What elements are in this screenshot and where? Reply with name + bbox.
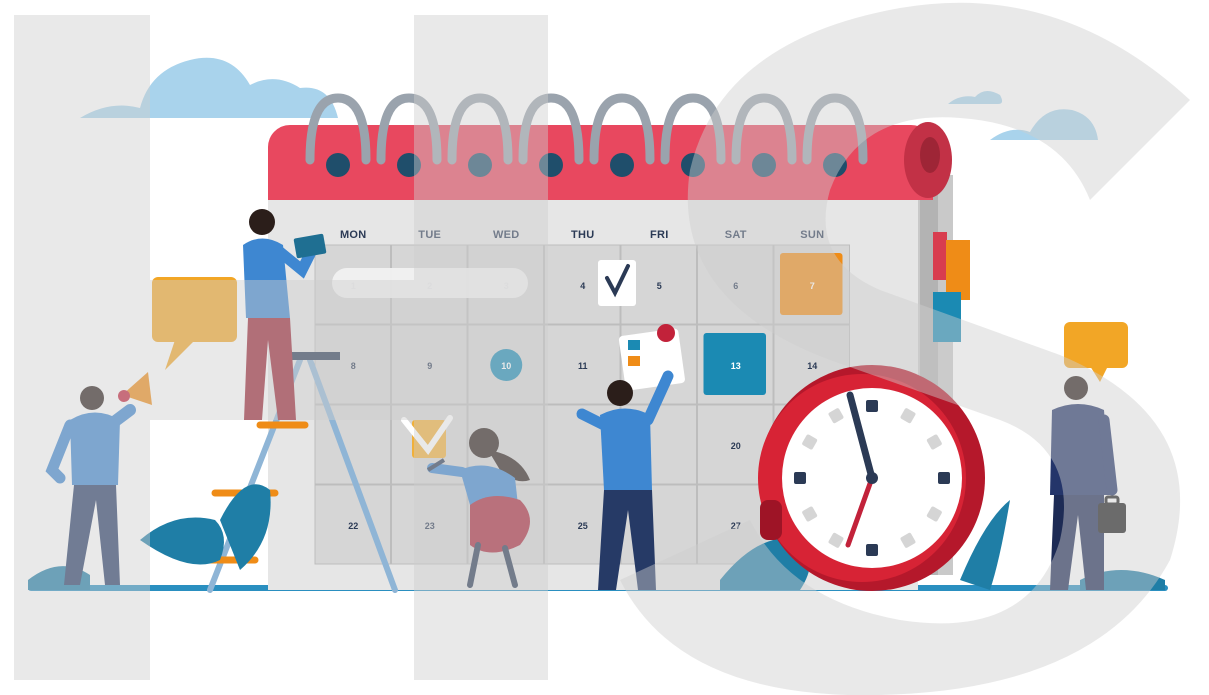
- day-number: 22: [348, 521, 358, 531]
- clock-tick: [938, 472, 950, 484]
- calendar-tab-red: [933, 232, 947, 280]
- day-header-fri: FRI: [650, 229, 669, 241]
- day-number: 14: [807, 361, 817, 371]
- day-number: 25: [578, 521, 588, 531]
- day-number: 13: [731, 361, 741, 371]
- checkmark-icon: [598, 260, 636, 306]
- clock-tick: [866, 544, 878, 556]
- day-number: 20: [731, 441, 741, 451]
- day-header-thu: THU: [571, 229, 595, 241]
- calendar-tab-orange: [946, 240, 970, 300]
- day-number: 11: [578, 361, 588, 371]
- day-number: 4: [580, 281, 585, 291]
- clock-tick: [794, 472, 806, 484]
- day-header-mon: MON: [340, 229, 367, 241]
- calendar-planning-illustration: MONTUEWEDTHUFRISATSUN1234567891011131420…: [0, 0, 1209, 695]
- clock-tick: [866, 400, 878, 412]
- day-number: 5: [657, 281, 662, 291]
